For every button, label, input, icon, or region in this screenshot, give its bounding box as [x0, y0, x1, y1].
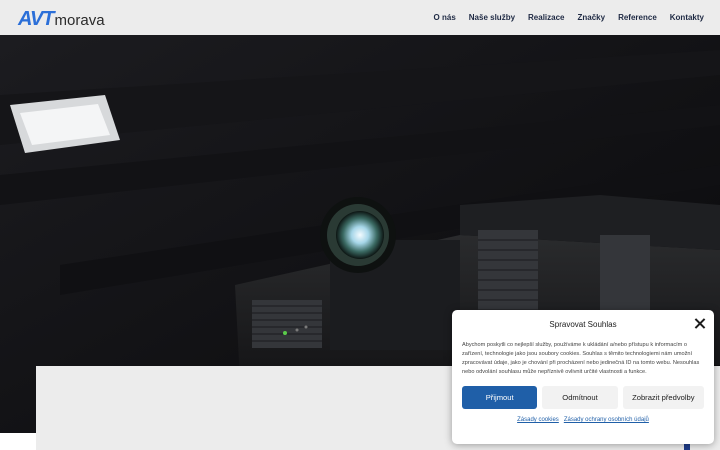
privacy-policy-link[interactable]: Zásady ochrany osobních údajů [564, 417, 649, 423]
logo[interactable]: AVT morava [18, 7, 105, 29]
deny-button[interactable]: Odmítnout [542, 386, 618, 409]
nav-item-nase-sluzby[interactable]: Naše služby [469, 13, 515, 22]
logo-text: morava [54, 11, 105, 29]
nav-item-o-nas[interactable]: O nás [434, 13, 456, 22]
accept-button[interactable]: Přijmout [462, 386, 538, 409]
nav-item-kontakty[interactable]: Kontakty [670, 13, 704, 22]
nav-item-reference[interactable]: Reference [618, 13, 657, 22]
main-nav: O nás Naše služby Realizace Značky Refer… [434, 13, 704, 22]
cookie-consent-dialog: Spravovat Souhlas Abychom poskytli co ne… [452, 310, 714, 444]
nav-item-realizace[interactable]: Realizace [528, 13, 564, 22]
preferences-button[interactable]: Zobrazit předvolby [622, 386, 704, 409]
site-header: AVT morava O nás Naše služby Realizace Z… [0, 0, 720, 35]
cookie-links: Zásady cookies Zásady ochrany osobních ú… [462, 417, 704, 423]
cookie-policy-link[interactable]: Zásady cookies [517, 417, 559, 423]
cookie-text: Abychom poskytli co nejlepší služby, pou… [462, 342, 700, 375]
close-icon[interactable] [694, 318, 705, 329]
nav-item-znacky[interactable]: Značky [578, 13, 606, 22]
logo-mark: AVT [18, 7, 55, 30]
cookie-title: Spravovat Souhlas [549, 320, 617, 329]
cookie-buttons: Přijmout Odmítnout Zobrazit předvolby [462, 386, 704, 409]
